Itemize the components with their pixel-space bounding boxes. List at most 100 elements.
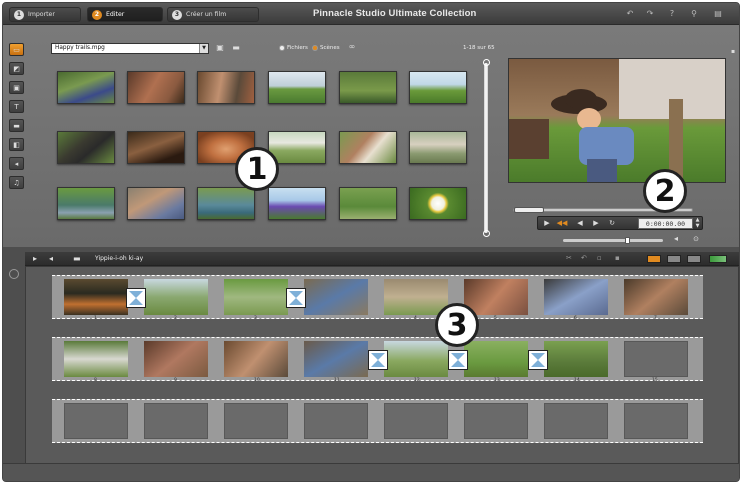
transition-icon[interactable] <box>368 350 388 370</box>
storyboard-clip[interactable] <box>144 279 208 315</box>
scene-thumbnail[interactable] <box>268 71 326 104</box>
redo-icon[interactable]: ↷ <box>645 9 655 19</box>
scroll-top-handle[interactable] <box>482 59 490 66</box>
pin-icon[interactable]: ⚲ <box>689 9 699 19</box>
storyboard-clip[interactable] <box>624 279 688 315</box>
view-scenes-option[interactable]: Scènes <box>312 45 340 51</box>
help-icon[interactable]: ? <box>667 9 677 19</box>
empty-clip-slot[interactable] <box>464 403 528 439</box>
empty-clip-slot[interactable] <box>544 403 608 439</box>
menus-button[interactable]: ▬ <box>9 119 24 132</box>
transition-icon[interactable] <box>528 350 548 370</box>
folder-dropdown[interactable]: Happy trails.mpg ▼ <box>51 43 209 54</box>
tab-importer[interactable]: 1 Importer <box>9 7 81 22</box>
effects-button[interactable]: ◧ <box>9 138 24 151</box>
speaker-icon[interactable]: ◂ <box>49 254 53 263</box>
radio-label: Scènes <box>320 45 340 51</box>
chevron-down-icon: ▼ <box>199 44 208 53</box>
scene-thumbnail[interactable] <box>197 187 255 220</box>
expand-icon[interactable]: ▪ <box>728 47 738 57</box>
storyboard-clip[interactable] <box>144 341 208 377</box>
storyboard-clip[interactable] <box>64 341 128 377</box>
link-icon[interactable]: ∞ <box>347 42 357 52</box>
storyboard-view-icon[interactable] <box>647 255 661 263</box>
callout-marker: 3 <box>435 303 479 347</box>
storyboard-clip[interactable] <box>384 341 448 377</box>
volume-handle[interactable] <box>625 237 630 244</box>
empty-clip-slot[interactable] <box>624 341 688 377</box>
fullscreen-icon[interactable]: ⊙ <box>691 234 701 244</box>
transition-icon[interactable] <box>286 288 306 308</box>
project-name: Yippie-i-oh ki-ay <box>95 255 144 262</box>
scenario-view-icon[interactable] <box>667 255 681 263</box>
timecode-field[interactable]: 0:00:00.00 <box>638 218 693 229</box>
step-back-icon[interactable]: ◀ <box>574 218 586 229</box>
rewind-icon[interactable]: ◀◀ <box>556 218 568 229</box>
scene-thumbnail[interactable] <box>197 71 255 104</box>
scene-thumbnail[interactable] <box>409 187 467 220</box>
storyboard-clip[interactable] <box>64 279 128 315</box>
scene-thumbnail[interactable] <box>127 187 185 220</box>
scroll-bottom-handle[interactable] <box>482 230 490 237</box>
transition-icon: ◩ <box>13 64 20 73</box>
scene-thumbnail[interactable] <box>339 187 397 220</box>
scene-thumbnail[interactable] <box>409 71 467 104</box>
music-button[interactable]: ♫ <box>9 176 24 189</box>
speaker-icon[interactable]: ◂ <box>671 234 681 244</box>
open-folder-icon[interactable]: ▬ <box>231 43 241 53</box>
camera-icon[interactable]: ▸ <box>33 254 37 263</box>
empty-clip-slot[interactable] <box>304 403 368 439</box>
storyboard-clip[interactable] <box>464 341 528 377</box>
scrubber-handle[interactable] <box>514 207 544 213</box>
scene-thumbnail[interactable] <box>57 131 115 164</box>
trash-icon[interactable]: ▪ <box>615 254 620 262</box>
empty-clip-slot[interactable] <box>624 403 688 439</box>
folder-icon[interactable]: ▬ <box>73 254 81 263</box>
transition-icon[interactable] <box>126 288 146 308</box>
storyboard-clip[interactable] <box>224 341 288 377</box>
storyboard-clip[interactable] <box>304 279 368 315</box>
scene-thumbnail[interactable] <box>339 131 397 164</box>
scene-thumbnail[interactable] <box>127 131 185 164</box>
volume-slider[interactable] <box>563 237 663 244</box>
view-files-option[interactable]: Fichiers <box>279 45 308 51</box>
loop-icon[interactable]: ↻ <box>606 218 618 229</box>
storyboard-clip[interactable] <box>384 279 448 315</box>
video-album-button[interactable]: ▭ <box>9 43 24 56</box>
transition-icon[interactable] <box>448 350 468 370</box>
tab-editer[interactable]: 2 Editer <box>87 7 163 22</box>
scene-thumbnail[interactable] <box>268 187 326 220</box>
browse-icon[interactable]: ▣ <box>215 43 225 53</box>
scene-thumbnail[interactable] <box>409 131 467 164</box>
titles-button[interactable]: T <box>9 100 24 113</box>
scene-thumbnail[interactable] <box>57 71 115 104</box>
tab-number: 1 <box>14 9 24 20</box>
scene-thumbnail[interactable] <box>57 187 115 220</box>
play-icon[interactable]: ▶ <box>541 218 553 229</box>
empty-clip-slot[interactable] <box>224 403 288 439</box>
storyboard-clip[interactable] <box>544 279 608 315</box>
timecode-stepper-icon[interactable]: ▲ ▼ <box>693 217 702 229</box>
scene-thumbnail[interactable] <box>339 71 397 104</box>
transitions-button[interactable]: ◩ <box>9 62 24 75</box>
step-forward-icon[interactable]: ▶ <box>590 218 602 229</box>
storyboard-clip[interactable] <box>304 341 368 377</box>
tab-creer-un-film[interactable]: 3 Créer un film <box>167 7 259 22</box>
timeline-view-icon[interactable] <box>687 255 701 263</box>
storyboard-clip[interactable] <box>224 279 288 315</box>
split-icon[interactable]: ✂ <box>566 254 572 262</box>
photos-button[interactable]: ▣ <box>9 81 24 94</box>
empty-clip-slot[interactable] <box>64 403 128 439</box>
audio-levels-icon[interactable] <box>709 255 727 263</box>
clock-icon[interactable] <box>9 269 19 279</box>
undo-icon[interactable]: ↶ <box>625 9 635 19</box>
empty-clip-slot[interactable] <box>384 403 448 439</box>
sound-effects-button[interactable]: ◂ <box>9 157 24 170</box>
undo-icon[interactable]: ↶ <box>581 254 587 262</box>
library-scrollbar[interactable] <box>482 59 490 237</box>
print-icon[interactable]: ▤ <box>713 9 723 19</box>
empty-clip-slot[interactable] <box>144 403 208 439</box>
delete-icon[interactable]: ▫ <box>597 254 602 262</box>
storyboard-clip[interactable] <box>544 341 608 377</box>
scene-thumbnail[interactable] <box>127 71 185 104</box>
